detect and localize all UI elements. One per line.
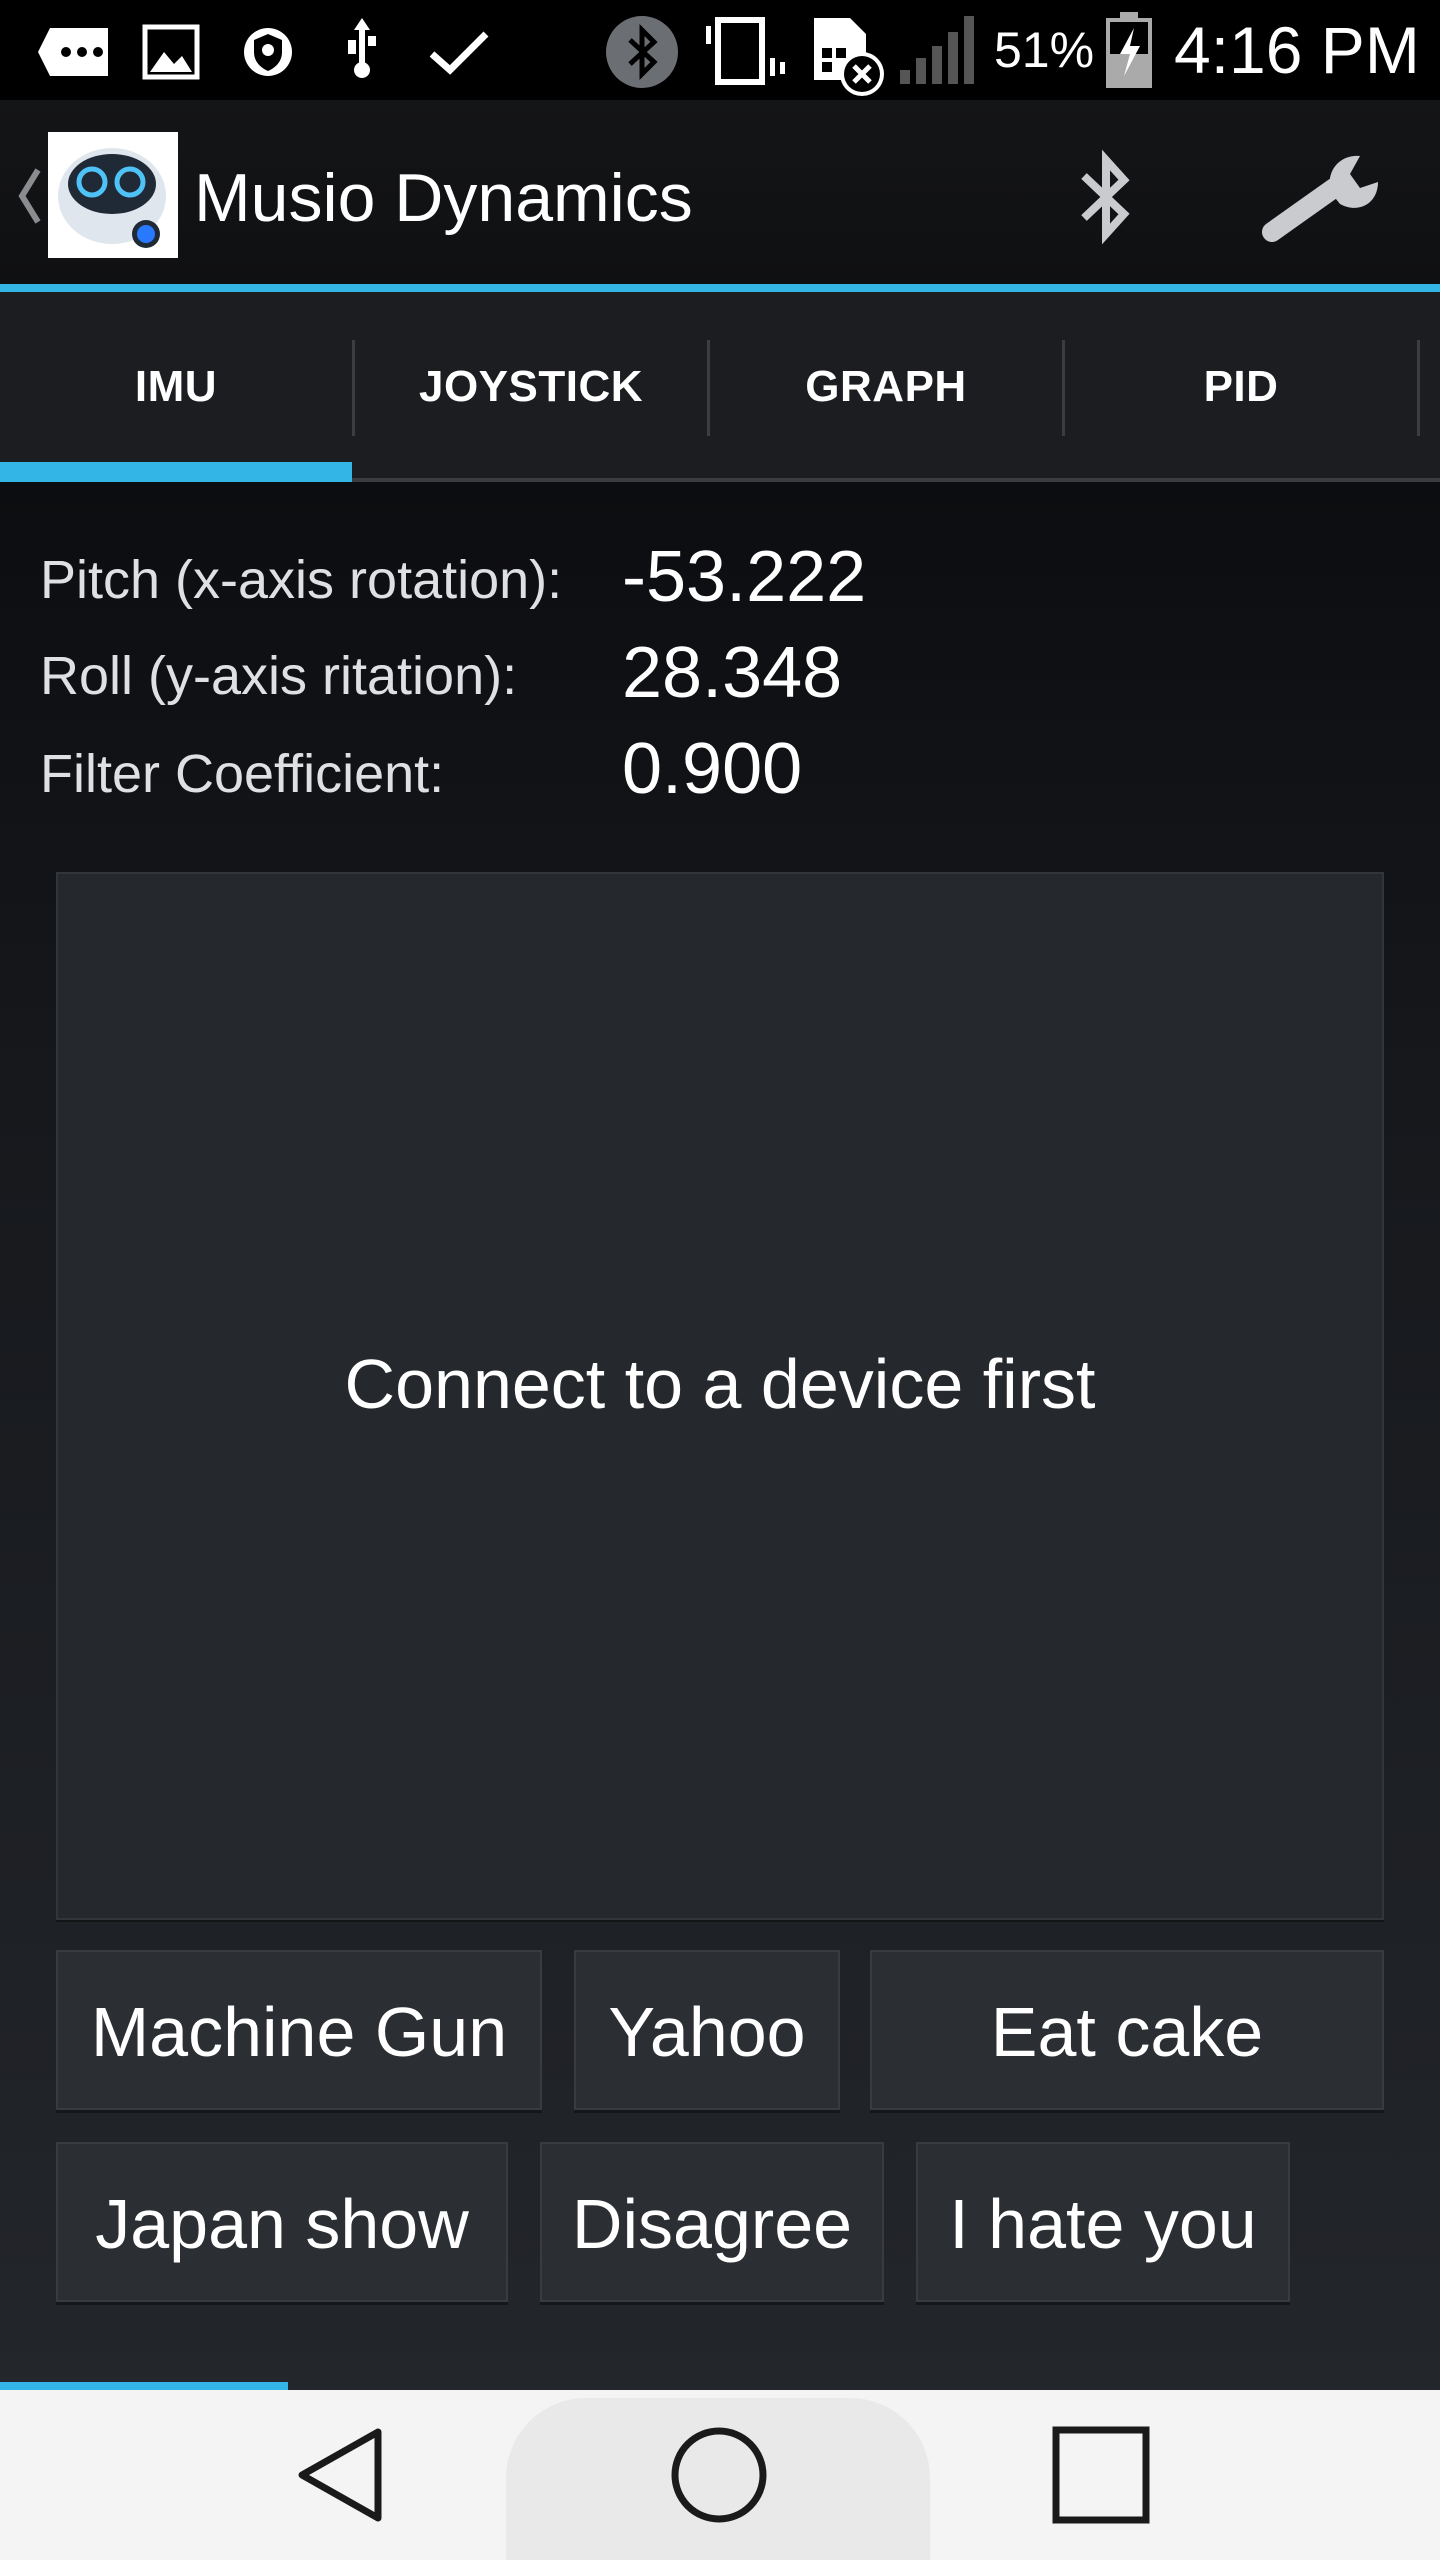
battery-charging-icon <box>1106 12 1152 88</box>
tab-graph[interactable]: GRAPH <box>710 292 1062 482</box>
pitch-value: -53.222 <box>622 537 867 617</box>
orientation-view[interactable]: Connect to a device first <box>56 872 1384 1920</box>
scroll-indicator <box>0 2382 288 2390</box>
tab-divider <box>1417 340 1420 436</box>
status-bar: 51% 4:16 PM <box>0 0 1440 100</box>
image-icon <box>142 24 200 80</box>
no-sim-icon <box>814 18 884 96</box>
machine-gun-button[interactable]: Machine Gun <box>56 1950 542 2110</box>
app-logo[interactable] <box>48 132 178 258</box>
robot-icon <box>58 148 166 248</box>
battery-percent: 51% <box>994 22 1095 78</box>
roll-value: 28.348 <box>622 633 843 713</box>
i-hate-you-button[interactable]: I hate you <box>916 2142 1290 2302</box>
recent-apps-icon[interactable] <box>1046 2420 1156 2530</box>
clock: 4:16 PM <box>1174 13 1420 87</box>
bluetooth-icon <box>606 16 678 88</box>
home-icon[interactable] <box>664 2420 774 2530</box>
shield-icon <box>244 28 292 76</box>
tab-selected-indicator <box>0 462 352 482</box>
pitch-label: Pitch (x-axis rotation): <box>40 550 563 610</box>
action-bar-divider <box>0 284 1440 292</box>
tab-joystick[interactable]: JOYSTICK <box>355 292 707 482</box>
roll-label: Roll (y-axis ritation): <box>40 646 518 706</box>
tab-bar: IMU JOYSTICK GRAPH PID <box>0 292 1440 482</box>
signal-icon <box>900 16 974 84</box>
tab-pid[interactable]: PID <box>1065 292 1417 482</box>
vibrate-icon <box>706 17 785 85</box>
message-more-icon <box>38 28 108 76</box>
connect-message: Connect to a device first <box>344 1345 1096 1423</box>
japan-show-button[interactable]: Japan show <box>56 2142 508 2302</box>
check-icon <box>429 31 489 75</box>
bluetooth-icon[interactable] <box>1070 146 1140 250</box>
app-title: Musio Dynamics <box>194 160 693 236</box>
up-caret-icon[interactable] <box>14 160 44 232</box>
filter-coefficient-label: Filter Coefficient: <box>40 744 445 804</box>
back-icon[interactable] <box>288 2420 398 2530</box>
usb-icon <box>348 18 376 78</box>
wrench-icon[interactable] <box>1262 148 1388 246</box>
tab-imu[interactable]: IMU <box>0 292 352 482</box>
yahoo-button[interactable]: Yahoo <box>574 1950 840 2110</box>
filter-coefficient-value: 0.900 <box>622 729 803 809</box>
disagree-button[interactable]: Disagree <box>540 2142 884 2302</box>
eat-cake-button[interactable]: Eat cake <box>870 1950 1384 2110</box>
